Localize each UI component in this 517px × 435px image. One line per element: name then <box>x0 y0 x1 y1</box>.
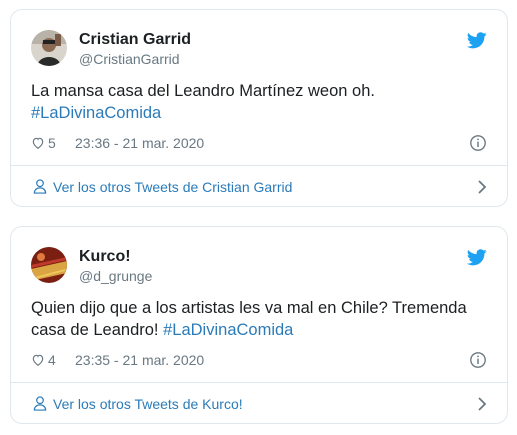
display-name[interactable]: Kurco! <box>79 248 131 266</box>
display-name[interactable]: Cristian Garrid <box>79 31 191 49</box>
timestamp[interactable]: 23:36 - 21 mar. 2020 <box>75 135 204 151</box>
tweet-meta: 5 23:36 - 21 mar. 2020 <box>31 134 487 154</box>
info-icon[interactable] <box>469 134 487 152</box>
chevron-right-icon[interactable] <box>477 179 487 195</box>
info-icon[interactable] <box>469 351 487 369</box>
tweet-card: Cristian Garrid @CristianGarrid La mansa… <box>10 9 508 207</box>
twitter-bird-icon[interactable] <box>467 32 487 49</box>
tweet-header: Kurco! @d_grunge <box>31 247 487 289</box>
user-icon <box>33 396 47 411</box>
more-tweets-label[interactable]: Ver los otros Tweets de Kurco! <box>53 396 243 412</box>
more-tweets-label[interactable]: Ver los otros Tweets de Cristian Garrid <box>53 179 292 195</box>
chevron-right-icon[interactable] <box>477 396 487 412</box>
heart-icon[interactable] <box>31 353 45 367</box>
like-count[interactable]: 4 <box>48 352 56 368</box>
tweet-text: La mansa casa del Leandro Martínez weon … <box>31 80 485 124</box>
avatar[interactable] <box>31 247 67 283</box>
hashtag-link[interactable]: #LaDivinaComida <box>163 321 293 339</box>
more-tweets-link[interactable]: Ver los otros Tweets de Cristian Garrid <box>11 165 507 208</box>
like-count[interactable]: 5 <box>48 135 56 151</box>
twitter-bird-icon[interactable] <box>467 249 487 266</box>
hashtag-link[interactable]: #LaDivinaComida <box>31 104 161 122</box>
more-tweets-link[interactable]: Ver los otros Tweets de Kurco! <box>11 382 507 425</box>
timestamp[interactable]: 23:35 - 21 mar. 2020 <box>75 352 204 368</box>
tweet-header: Cristian Garrid @CristianGarrid <box>31 30 487 72</box>
heart-icon[interactable] <box>31 136 45 150</box>
tweet-body: La mansa casa del Leandro Martínez weon … <box>31 82 375 100</box>
tweet-card: Kurco! @d_grunge Quien dijo que a los ar… <box>10 226 508 424</box>
user-icon <box>33 179 47 194</box>
user-handle[interactable]: @CristianGarrid <box>79 51 180 67</box>
avatar[interactable] <box>31 30 67 66</box>
tweet-meta: 4 23:35 - 21 mar. 2020 <box>31 351 487 371</box>
tweet-text: Quien dijo que a los artistas les va mal… <box>31 297 485 341</box>
user-handle[interactable]: @d_grunge <box>79 268 152 284</box>
